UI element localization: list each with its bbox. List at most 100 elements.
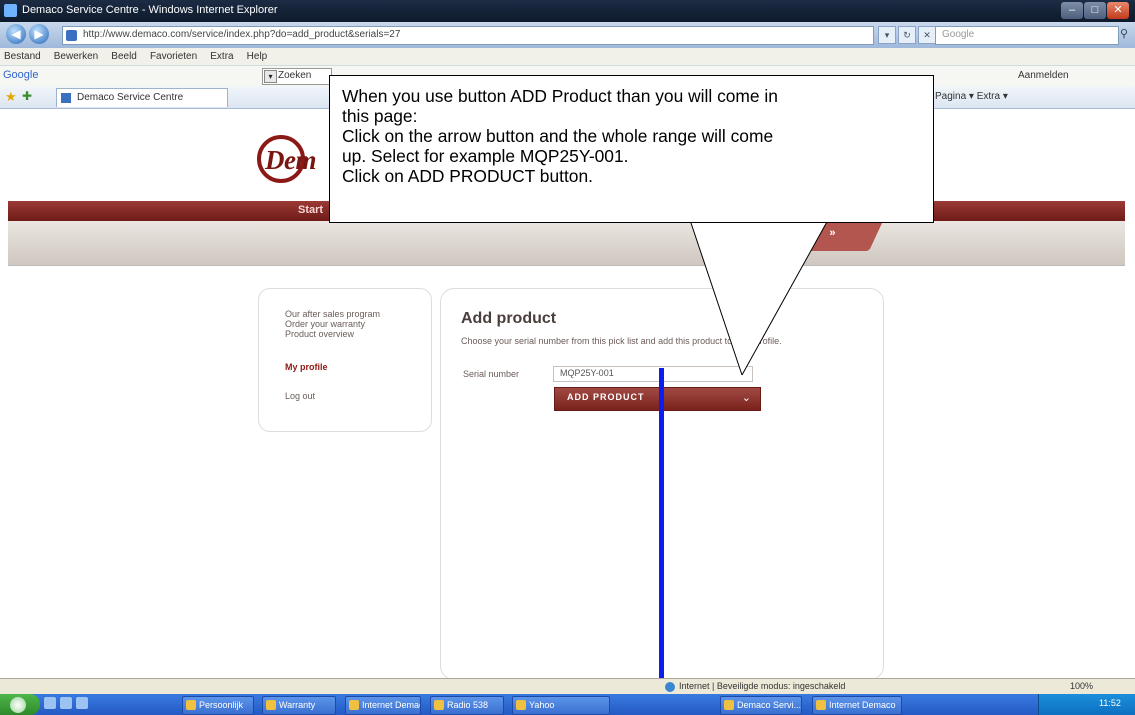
browser-tab[interactable]: Demaco Service Centre [56,88,228,107]
folder-icon [186,700,196,710]
system-tray: 11:52 [1038,694,1135,715]
menu-bar: Bestand Bewerken Beeld Favorieten Extra … [0,48,1135,66]
menu-bewerken[interactable]: Bewerken [54,48,98,65]
dropdown-icon[interactable]: ▾ [878,26,896,44]
globe-icon [665,681,675,692]
serial-number-label: Serial number [463,369,520,379]
site-sub-nav: » [8,221,1125,266]
quicklaunch-icon[interactable] [76,697,88,709]
taskbar-item[interactable]: Radio 538 [430,696,504,715]
taskbar-item[interactable]: Demaco Servi... [720,696,802,715]
forward-button[interactable]: ▶ [29,24,49,44]
callout-line: When you use button ADD Product than you… [342,86,778,106]
page-icon [66,30,77,41]
callout-joint [691,220,827,222]
add-favorite-icon[interactable]: ✚ [22,89,32,103]
callout-line: this page: [342,106,418,126]
taskbar-item[interactable]: Internet Demaco [345,696,421,715]
callout-line: Click on ADD PRODUCT button. [342,166,593,186]
clock[interactable]: 11:52 [1099,698,1121,708]
command-bar[interactable]: Pagina ▾ Extra ▾ [935,91,1008,102]
add-product-button[interactable]: ADD PRODUCT ⌄ [554,387,761,411]
menu-bestand[interactable]: Bestand [4,48,41,65]
sidebar-link-program[interactable]: Our after sales program [285,309,380,319]
security-zone-text: Internet | Beveiligde modus: ingeschakel… [679,681,846,691]
close-button[interactable]: ✕ [1107,2,1129,19]
taskbar-item-label: Internet Demaco [829,700,896,710]
quicklaunch-icon[interactable] [60,697,72,709]
tab-page-icon [61,93,71,103]
sidebar: Our after sales program Order your warra… [258,288,432,432]
nav-start[interactable]: Start [298,204,323,216]
favorites-star-icon[interactable]: ★ [5,89,17,105]
ie-icon [349,700,359,710]
address-url: http://www.demaco.com/service/index.php?… [83,29,401,40]
ie-icon [516,700,526,710]
google-search-select[interactable]: ▾ Zoeken [262,68,332,85]
sign-in-link[interactable]: Aanmelden [1018,70,1069,81]
taskbar: Persoonlijk Warranty Internet Demaco Rad… [0,694,1135,715]
minimize-button[interactable]: – [1061,2,1083,19]
sidebar-link-my-profile[interactable]: My profile [285,362,328,372]
taskbar-item-label: Yahoo [529,700,555,710]
start-button[interactable] [0,694,40,715]
taskbar-item[interactable]: Warranty [262,696,336,715]
taskbar-item[interactable]: Yahoo [512,696,610,715]
quick-launch [44,697,92,712]
instruction-callout: When you use button ADD Product than you… [329,75,934,223]
chevron-down-icon: ⌄ [741,392,751,404]
callout-pointer [689,219,829,376]
callout-line: up. Select for example MQP25Y-001. [342,146,629,166]
search-input[interactable]: Google [935,26,1119,45]
address-toolbar: ◀ ▶ http://www.demaco.com/service/index.… [0,22,1135,48]
ie-icon [816,700,826,710]
logo-text: Dem [265,145,316,175]
sidebar-link-warranty[interactable]: Order your warranty [285,319,365,329]
menu-favorieten[interactable]: Favorieten [150,48,197,65]
taskbar-item-label: Persoonlijk [199,700,244,710]
refresh-icon[interactable]: ↻ [898,26,916,44]
chevron-down-icon: ▾ [264,70,277,83]
serial-number-value: MQP25Y-001 [560,368,614,378]
search-placeholder: Google [942,29,975,40]
windows-logo-icon [10,697,26,713]
ie-icon [434,700,444,710]
add-product-label: ADD PRODUCT [567,392,645,402]
taskbar-item-label: Demaco Servi... [737,700,802,710]
search-icon[interactable]: ⚲ [1120,27,1128,40]
window-controls: – □ ✕ [1061,2,1131,20]
annotation-line [659,368,664,715]
zoom-level[interactable]: 100% [1070,681,1093,691]
maximize-button[interactable]: □ [1084,2,1106,19]
callout-line: Click on the arrow button and the whole … [342,126,774,146]
ie-app-icon [4,4,17,17]
address-buttons: ▾ ↻ ✕ [878,26,938,44]
security-zone: Internet | Beveiligde modus: ingeschakel… [665,681,845,692]
taskbar-item-label: Warranty [279,700,316,710]
taskbar-item-label: Internet Demaco [362,700,420,710]
ie-icon [724,700,734,710]
taskbar-item[interactable]: Persoonlijk [182,696,254,715]
status-bar: Internet | Beveiligde modus: ingeschakel… [0,678,1135,695]
address-bar[interactable]: http://www.demaco.com/service/index.php?… [62,26,874,45]
callout-text: When you use button ADD Product than you… [342,86,778,186]
google-search-label: Zoeken [278,70,312,81]
document-icon [266,700,276,710]
sidebar-link-log-out[interactable]: Log out [285,391,315,401]
quicklaunch-icon[interactable] [44,697,56,709]
sidebar-link-products[interactable]: Product overview [285,329,354,339]
demaco-logo[interactable]: Dem [257,135,337,183]
menu-beeld[interactable]: Beeld [111,48,137,65]
google-logo: Google [3,69,39,81]
window-titlebar: Demaco Service Centre - Windows Internet… [0,0,1135,22]
taskbar-item[interactable]: Internet Demaco [812,696,902,715]
menu-help[interactable]: Help [247,48,268,65]
page-title: Add product [461,310,557,327]
menu-extra[interactable]: Extra [210,48,233,65]
back-button[interactable]: ◀ [6,24,26,44]
browser-tab-label: Demaco Service Centre [77,92,184,103]
nav-tab-label: » [829,227,836,239]
taskbar-item-label: Radio 538 [447,700,489,710]
stop-icon[interactable]: ✕ [918,26,936,44]
window-title: Demaco Service Centre - Windows Internet… [22,4,278,16]
